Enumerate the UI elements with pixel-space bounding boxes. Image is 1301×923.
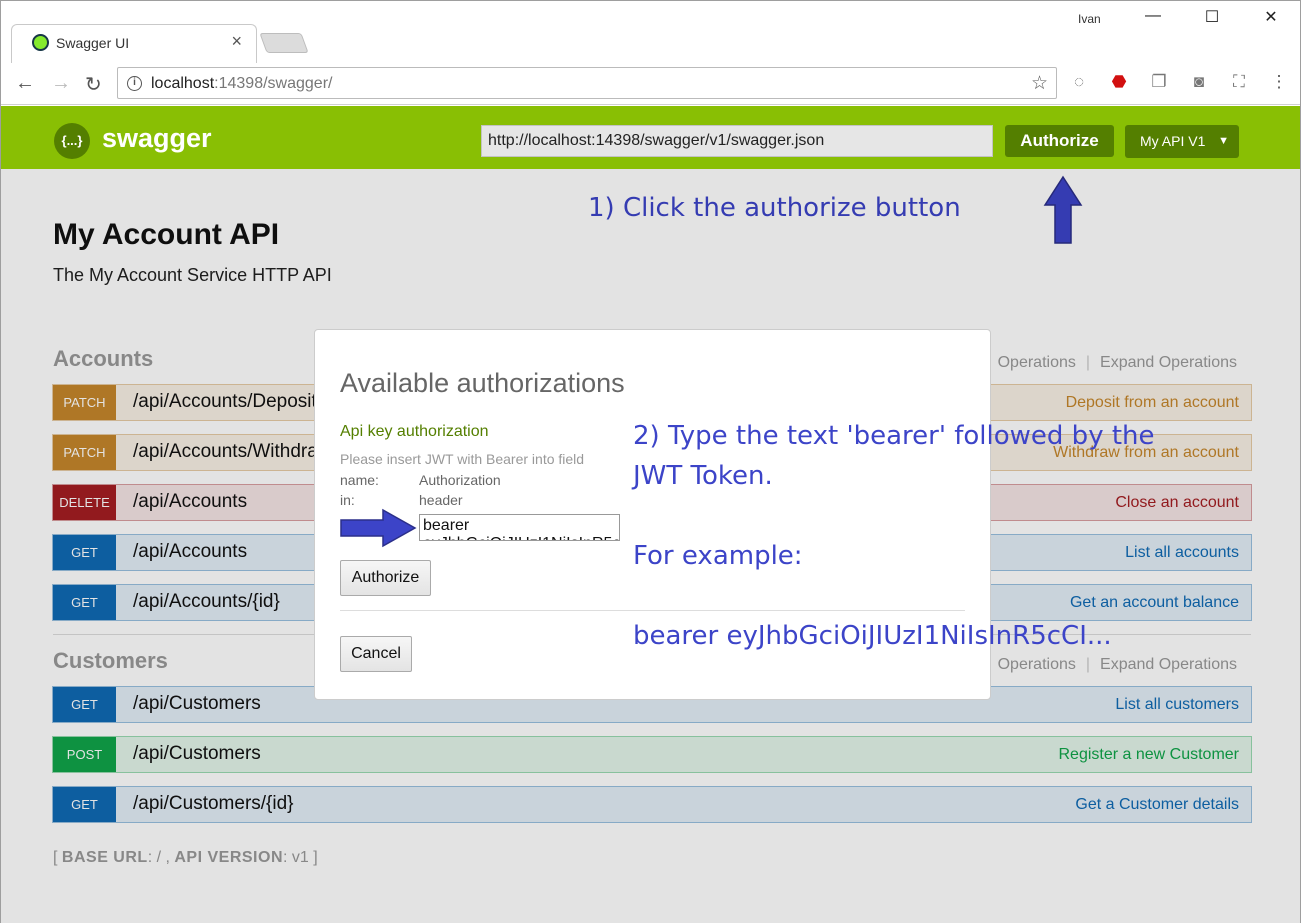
screenshot-icon[interactable]: ⛶	[1228, 72, 1250, 94]
modal-title: Available authorizations	[340, 368, 625, 398]
minimize-icon[interactable]: —	[1138, 7, 1168, 25]
title-bar: Swagger UI × Ivan — ☐ ✕	[1, 1, 1300, 63]
profile-name[interactable]: Ivan	[1078, 12, 1101, 26]
modal-divider	[340, 610, 965, 611]
url-text: localhost:14398/swagger/	[151, 75, 333, 92]
right-arrow-icon	[340, 508, 417, 548]
swagger-header: {...} swagger http://localhost:14398/swa…	[1, 106, 1300, 169]
in-value: header	[419, 492, 463, 508]
swagger-favicon-icon	[32, 34, 49, 51]
swagger-brand: swagger	[102, 123, 212, 153]
close-window-icon[interactable]: ✕	[1256, 7, 1286, 27]
annotation-step2-line2: JWT Token.	[633, 461, 773, 491]
swagger-logo-icon: {...}	[54, 123, 90, 159]
camera-icon[interactable]: ◙	[1188, 72, 1210, 94]
close-tab-icon[interactable]: ×	[231, 31, 242, 52]
annotation-example-label: For example:	[633, 541, 803, 571]
extension-icon[interactable]: ◌	[1068, 72, 1090, 94]
in-label: in:	[340, 492, 355, 508]
new-tab-button[interactable]	[259, 33, 309, 53]
annotation-example-value: bearer eyJhbGciOiJIUzI1NiIsInR5cCI...	[633, 621, 1112, 651]
name-label: name:	[340, 472, 379, 488]
browser-tab[interactable]: Swagger UI ×	[11, 24, 257, 63]
address-bar[interactable]: i localhost:14398/swagger/ ☆	[117, 67, 1057, 99]
auth-type-label: Api key authorization	[340, 423, 489, 440]
chevron-down-icon: ▼	[1218, 135, 1229, 147]
spec-url-input[interactable]: http://localhost:14398/swagger/v1/swagge…	[481, 125, 993, 157]
name-value: Authorization	[419, 472, 501, 488]
authorize-button[interactable]: Authorize	[1005, 125, 1114, 157]
api-key-input[interactable]: bearer eyJhbGciOiJIUzI1NiIsInR5cCI	[419, 514, 620, 541]
annotation-step2-line1: 2) Type the text 'bearer' followed by th…	[633, 421, 1155, 451]
maximize-icon[interactable]: ☐	[1197, 7, 1227, 27]
browser-window: Swagger UI × Ivan — ☐ ✕ ← → ↻ i localhos…	[0, 0, 1301, 923]
menu-icon[interactable]: ⋮	[1268, 72, 1290, 94]
back-icon[interactable]: ←	[15, 72, 35, 95]
tab-title: Swagger UI	[56, 35, 130, 51]
cancel-button[interactable]: Cancel	[340, 636, 412, 672]
bookmark-star-icon[interactable]: ☆	[1031, 72, 1048, 95]
api-version-select[interactable]: My API V1 ▼	[1125, 125, 1239, 158]
adblock-icon[interactable]: ⬣	[1108, 72, 1130, 94]
auth-help-text: Please insert JWT with Bearer into field	[340, 451, 585, 467]
info-icon[interactable]: i	[127, 76, 142, 91]
modal-authorize-button[interactable]: Authorize	[340, 560, 431, 596]
reload-icon[interactable]: ↻	[85, 72, 102, 97]
forward-icon[interactable]: →	[51, 72, 71, 95]
extension-copy-icon[interactable]: ❐	[1148, 72, 1170, 94]
browser-toolbar: ← → ↻ i localhost:14398/swagger/ ☆ ◌ ⬣ ❐…	[1, 63, 1300, 105]
